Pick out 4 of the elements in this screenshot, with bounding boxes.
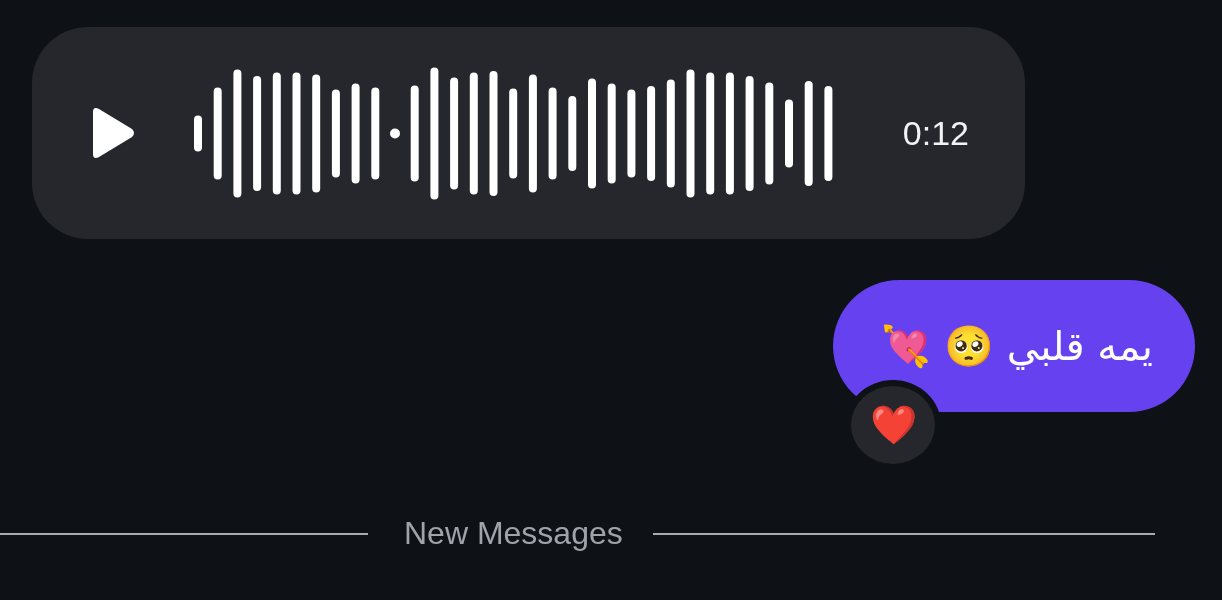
message-text: يمه قلبي 🥺 💘 <box>881 322 1153 370</box>
new-messages-label: New Messages <box>403 515 624 552</box>
duration: 0:12 <box>902 113 969 153</box>
play-icon[interactable] <box>90 106 136 160</box>
